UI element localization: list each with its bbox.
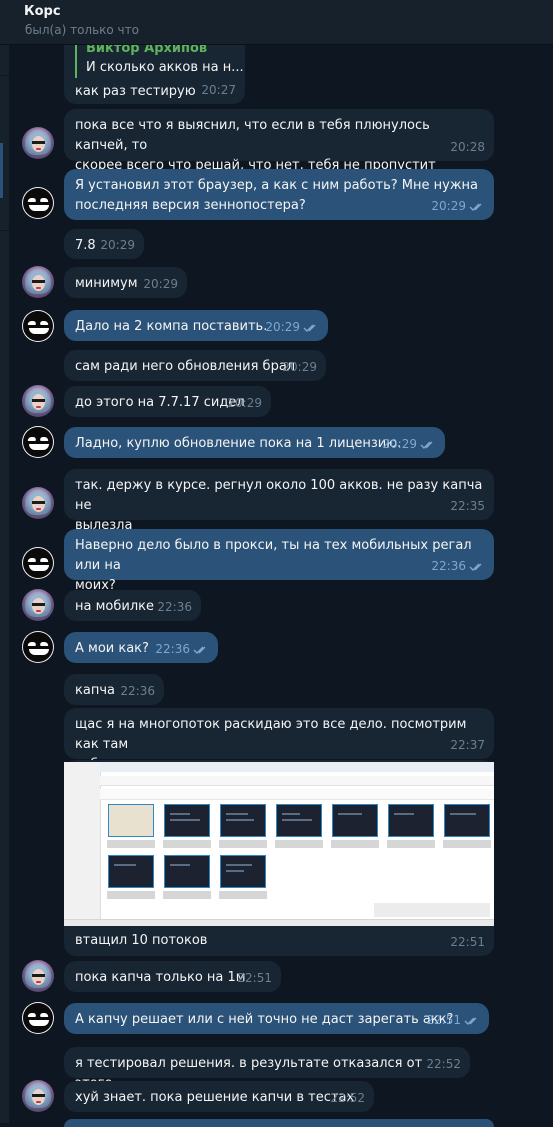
double-check-icon [469,563,482,571]
message-bubble[interactable]: Наверно дело было в прокси, ты на тех мо… [64,529,494,593]
user-avatar[interactable] [22,310,54,342]
active-chat-indicator [0,143,3,198]
message-text: хуй знает. пока решение капчи в тестах [75,1090,355,1105]
message-bubble[interactable]: сам ради него обновления брал 20:29 [64,350,326,381]
double-check-icon [469,203,482,211]
double-check-icon [464,1017,477,1025]
message-time: 22:37 [450,738,485,752]
contact-avatar[interactable] [22,960,54,992]
message-bubble[interactable]: пока капча только на 1м 22:51 [64,961,281,992]
message-text: Наверно дело было в прокси, ты на тех мо… [75,538,472,593]
message-text: сам ради него обновления брал [75,359,296,374]
message-time: 22:36 [431,559,466,573]
reply-text: И сколько акков на н... [86,60,244,75]
next-message-edge [64,1119,494,1127]
reply-quote[interactable]: Виктор Архипов И сколько акков на н... [75,40,244,78]
double-check-icon [303,324,316,332]
screenshot-image[interactable] [64,762,494,926]
double-check-icon [193,646,206,654]
message-time: 20:29 [100,238,135,252]
message-bubble[interactable]: Я установил этот браузер, а как с ним ра… [64,169,494,220]
message-bubble[interactable]: щас я на многопоток раскидаю это все дел… [64,708,494,772]
message-time: 22:51 [426,1013,461,1027]
message-time: 22:52 [426,1057,461,1071]
user-avatar[interactable] [22,187,54,219]
message-time: 20:29 [265,320,300,334]
message-bubble[interactable]: Дало на 2 компа поставить. 20:29 [64,310,328,341]
message-time: 22:36 [120,684,155,698]
user-avatar[interactable] [22,631,54,663]
message-bubble[interactable]: капча 22:36 [64,674,164,705]
message-bubble[interactable]: Ладно, куплю обновление пока на 1 лиценз… [64,427,445,458]
message-bubble[interactable]: А мои как? 22:36 [64,632,218,663]
message-time: 22:36 [157,600,192,614]
message-text: пока все что я выяснил, что если в тебя … [75,118,436,173]
message-bubble[interactable]: пока все что я выяснил, что если в тебя … [64,109,494,173]
message-bubble[interactable]: А капчу решает или с ней точно не даст з… [64,1003,489,1034]
message-time: 20:29 [227,396,262,410]
message-bubble[interactable]: я тестировал решения. в результате отказ… [64,1047,470,1091]
contact-avatar[interactable] [22,487,54,519]
divider [0,230,9,231]
contact-avatar[interactable] [22,589,54,621]
last-seen-status: был(а) только что [25,23,139,37]
contact-avatar[interactable] [22,266,54,298]
message-time: 20:29 [382,437,417,451]
message-time: 22:51 [450,935,485,949]
user-avatar[interactable] [22,426,54,458]
message-text: Ладно, куплю обновление пока на 1 лиценз… [75,436,402,451]
message-time: 20:29 [282,360,317,374]
message-text: А капчу решает или с ней точно не даст з… [75,1012,454,1027]
message-time: 22:52 [330,1091,365,1105]
message-time: 22:35 [450,499,485,513]
chat-title: Корс [24,4,61,19]
message-bubble[interactable]: так. держу в курсе. регнул около 100 акк… [64,469,494,533]
message-time: 20:29 [143,277,178,291]
divider [0,75,9,76]
contact-avatar[interactable] [22,385,54,417]
message-time: 20:28 [450,140,485,154]
message-time: 20:27 [201,83,236,97]
user-avatar[interactable] [22,547,54,579]
chat-list-strip [0,0,9,1123]
message-bubble[interactable]: до этого на 7.7.17 сидел 20:29 [64,386,271,417]
contact-avatar[interactable] [22,127,54,159]
chat-header[interactable]: Корс был(а) только что [0,0,553,45]
message-bubble[interactable]: 7.8 20:29 [64,229,144,259]
message-bubble[interactable]: хуй знает. пока решение капчи в тестах 2… [64,1081,374,1112]
image-caption: втащил 10 потоков [75,933,208,948]
message-time: 22:51 [237,971,272,985]
message-time: 22:36 [155,642,190,656]
contact-avatar[interactable] [22,1080,54,1112]
message-time: 20:29 [431,199,466,213]
message-bubble[interactable]: на мобилке 22:36 [64,590,201,621]
message-bubble[interactable]: минимум 20:29 [64,267,187,298]
message-text: Я установил этот браузер, а как с ним ра… [75,178,479,213]
message-text: так. держу в курсе. регнул около 100 акк… [75,478,483,533]
user-avatar[interactable] [22,1002,54,1034]
double-check-icon [420,441,433,449]
message-text: как раз тестирую [75,84,196,99]
